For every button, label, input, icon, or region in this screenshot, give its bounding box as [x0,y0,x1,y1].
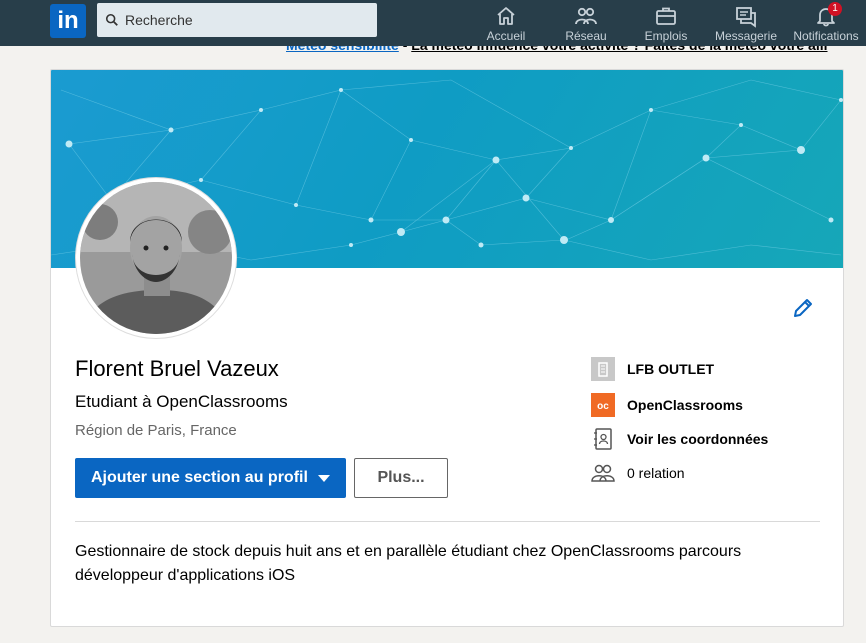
avatar-photo [80,182,232,334]
home-icon [497,7,515,25]
edit-profile-button[interactable] [791,296,815,320]
connections-label: 0 relation [627,465,685,481]
nav-messaging[interactable]: Messagerie [706,2,786,44]
add-section-label: Ajouter une section au profil [91,469,308,486]
contact-card-icon [591,427,615,451]
profile-summary: Gestionnaire de stock depuis huit ans et… [75,543,742,584]
pencil-icon [794,299,812,317]
svg-text:oc: oc [597,401,609,412]
briefcase-icon [656,7,676,25]
profile-card: Florent Bruel Vazeux Etudiant à OpenClas… [50,69,844,627]
more-button[interactable]: Plus... [354,458,448,498]
network-icon [575,7,597,25]
search-box[interactable] [97,3,377,37]
current-company[interactable]: LFB OUTLET [591,357,714,381]
profile-name: Florent Bruel Vazeux [75,356,279,381]
nav-home-label: Accueil [486,29,526,43]
nav-messaging-label: Messagerie [714,29,778,43]
linkedin-logo[interactable]: in [50,4,86,38]
search-input[interactable] [125,12,365,28]
school[interactable]: oc OpenClassrooms [591,393,743,417]
contact-info[interactable]: Voir les coordonnées [591,427,768,451]
caret-down-icon [318,475,330,482]
add-section-button[interactable]: Ajouter une section au profil [75,458,346,498]
nav-notifications[interactable]: 1 Notifications [786,2,866,44]
nav-network[interactable]: Réseau [546,2,626,44]
top-nav: in Accueil Réseau Emplois Messagerie 1 N… [0,0,866,46]
connections[interactable]: 0 relation [591,461,685,485]
nav-notifications-label: Notifications [793,29,859,43]
profile-headline: Etudiant à OpenClassrooms [75,392,288,411]
nav-network-label: Réseau [565,29,607,43]
divider [75,521,820,522]
nav-jobs-label: Emplois [644,29,688,43]
nav-jobs[interactable]: Emplois [626,2,706,44]
nav-home[interactable]: Accueil [466,2,546,44]
profile-location: Région de Paris, France [75,422,237,439]
company-placeholder-icon [591,357,615,381]
current-company-label: LFB OUTLET [627,361,715,377]
search-icon [105,13,118,26]
notification-badge: 1 [828,2,842,16]
school-label: OpenClassrooms [627,397,743,413]
people-icon [591,461,615,485]
contact-info-label: Voir les coordonnées [627,431,769,447]
openclassrooms-logo-icon: oc [591,393,615,417]
messaging-icon [736,7,756,28]
profile-avatar[interactable] [76,178,236,338]
